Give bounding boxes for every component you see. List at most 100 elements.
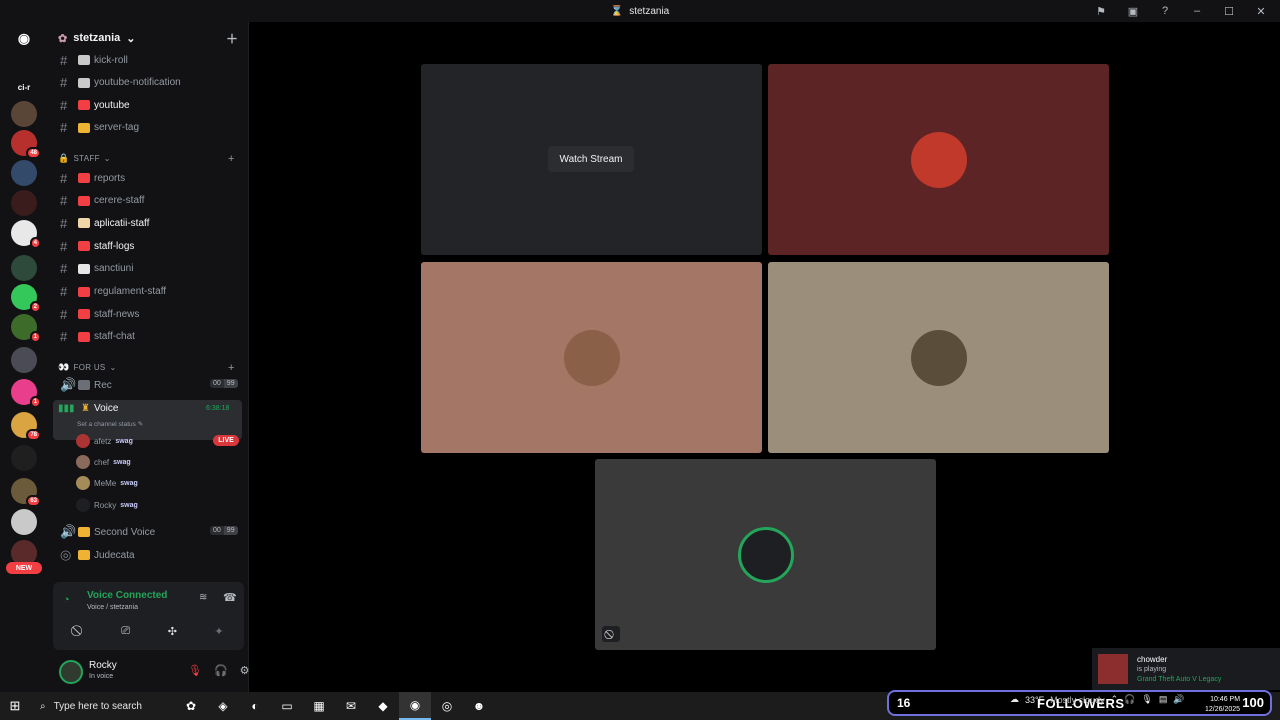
volume-icon[interactable]: 🔊 (1173, 694, 1184, 705)
activity-notification[interactable]: chowder is playing Grand Theft Auto V Le… (1092, 648, 1280, 690)
noise-suppression-icon[interactable]: ≋ (199, 592, 207, 603)
voice-user[interactable]: afetz swag (76, 432, 133, 450)
voice-user[interactable]: MeMe swag (76, 474, 138, 492)
server-icon[interactable]: 4 (11, 220, 41, 249)
text-channel[interactable]: # sanctiuni (53, 259, 243, 279)
voice-channel-second[interactable]: 🔊 Second Voice 00 99 (53, 522, 243, 542)
text-channel[interactable]: # staff-chat (53, 327, 243, 347)
edge-icon[interactable]: ◐ (239, 692, 271, 720)
clock[interactable]: 10:46 PM 12/26/2025 (1205, 695, 1240, 715)
weather-text[interactable]: Mostly cloudy (1050, 695, 1105, 705)
soundboard-button[interactable]: ✦ (199, 620, 239, 642)
add-channel-icon[interactable]: + (228, 153, 235, 165)
tray-up-icon[interactable]: ⌃ (1111, 694, 1119, 705)
text-channel[interactable]: # reports (53, 168, 243, 188)
participant-tile[interactable] (768, 64, 1109, 255)
voice-channel-judecata[interactable]: ◎ Judecata (53, 545, 243, 565)
participant-tile[interactable] (768, 262, 1109, 453)
user-status: In voice (89, 673, 114, 680)
headset-icon[interactable]: 🎧 (1124, 694, 1135, 705)
text-channel[interactable]: # regulament-staff (53, 282, 243, 302)
server-icon[interactable] (11, 255, 37, 281)
voice-channel-rec[interactable]: 🔊 Rec 00 99 (53, 375, 243, 395)
server-icon[interactable] (11, 347, 37, 373)
server-icon[interactable]: 48 (11, 130, 41, 159)
user-limit-count: 99 (223, 526, 238, 535)
server-icon[interactable] (11, 160, 37, 186)
minimize-button[interactable]: – (1188, 3, 1206, 19)
screen-icon[interactable]: ▣ (1124, 3, 1142, 19)
server-icon[interactable]: 1 (11, 379, 41, 408)
participant-tile[interactable]: Watch Stream (421, 64, 762, 255)
copilot-icon[interactable]: ◈ (207, 692, 239, 720)
signal-icon[interactable]: ◔ (63, 594, 70, 606)
screen-share-button[interactable]: ⎚ (106, 620, 146, 642)
server-icon[interactable]: 1 (11, 314, 41, 343)
text-channel[interactable]: # server-tag (53, 118, 243, 138)
brave-icon[interactable]: ◆ (367, 692, 399, 720)
text-channel[interactable]: # cerere-staff (53, 191, 243, 211)
server-icon[interactable]: ci-r (11, 74, 37, 100)
help-icon[interactable]: ? (1156, 3, 1174, 19)
steam-icon[interactable]: ◎ (431, 692, 463, 720)
participant-tile[interactable]: ⃠ (595, 459, 936, 650)
hash-icon: # (60, 120, 68, 136)
mic-icon[interactable]: 🎙 (1141, 694, 1152, 705)
voice-user[interactable]: Rocky swag (76, 496, 138, 514)
server-icon[interactable]: 2 (11, 284, 41, 313)
inbox-icon[interactable]: ⚑ (1092, 3, 1110, 19)
text-channel[interactable]: # youtube-notification (53, 73, 243, 93)
voice-location[interactable]: Voice / stetzania (87, 604, 138, 611)
category-forus[interactable]: 👀 FOR US ⌄ + (58, 362, 234, 374)
activities-button[interactable]: ✣ (152, 620, 192, 642)
outlook-icon[interactable]: ✉ (335, 692, 367, 720)
avatar[interactable] (59, 660, 83, 684)
search-placeholder: Type here to search (53, 700, 142, 712)
server-icon[interactable] (11, 445, 37, 471)
channel-name: Voice (93, 403, 119, 414)
hash-icon: # (60, 284, 68, 299)
windows-start-icon[interactable]: ⊞ (0, 692, 30, 720)
text-channel[interactable]: # youtube (53, 95, 243, 115)
category-forus-label: FOR US (73, 363, 106, 372)
server-icon[interactable]: 78 (11, 412, 41, 441)
deafen-icon[interactable]: 🎧 (214, 664, 228, 677)
discord-home-icon[interactable]: ◉ (11, 25, 37, 51)
weather-icon[interactable]: ☁ (1010, 694, 1019, 705)
username[interactable]: Rocky (89, 660, 117, 671)
participant-tile[interactable] (421, 262, 762, 453)
widgets-icon[interactable]: ✿ (175, 692, 207, 720)
add-channel-icon[interactable]: + (228, 362, 235, 374)
voice-user[interactable]: chef swag (76, 453, 131, 471)
discord-taskbar-icon[interactable]: ☻ (463, 692, 495, 720)
server-icon[interactable] (11, 101, 37, 127)
text-channel[interactable]: # kick-roll (53, 50, 243, 70)
invite-people-icon[interactable]: ＋ (226, 30, 238, 47)
avatar (76, 455, 90, 469)
close-button[interactable]: ✕ (1252, 3, 1270, 19)
maximize-button[interactable]: ☐ (1220, 3, 1238, 19)
voice-connected-status[interactable]: Voice Connected (87, 590, 167, 601)
temperature[interactable]: 33°F (1025, 695, 1044, 705)
store-icon[interactable]: ▦ (303, 692, 335, 720)
text-channel[interactable]: # staff-logs (53, 236, 243, 256)
mute-icon[interactable]: 🎙 (188, 664, 202, 677)
text-channel[interactable]: # staff-news (53, 304, 243, 324)
obs-icon[interactable]: ◉ (399, 692, 431, 720)
network-icon[interactable]: ▤ (1159, 694, 1168, 705)
channel-status[interactable]: Set a channel status ✎ (77, 420, 143, 428)
file-explorer-icon[interactable]: ▭ (271, 692, 303, 720)
channel-name: Second Voice (94, 526, 156, 538)
server-icon[interactable]: 63 (11, 478, 41, 507)
gear-icon[interactable]: ⚙ (240, 664, 250, 677)
search-box[interactable]: ⌕ Type here to search (30, 692, 175, 720)
camera-button[interactable]: ⃠ (59, 620, 99, 642)
channel-emoji-icon (78, 263, 90, 274)
text-channel[interactable]: # aplicatii-staff (53, 213, 243, 233)
category-staff[interactable]: 🔒 STAFF ⌄ + (58, 153, 234, 165)
server-icon[interactable] (11, 509, 37, 535)
soundboard-icon: ✦ (214, 625, 224, 638)
disconnect-icon[interactable]: ☎ (223, 591, 237, 604)
watch-stream-button[interactable]: Watch Stream (548, 146, 634, 172)
server-icon[interactable] (11, 190, 37, 216)
